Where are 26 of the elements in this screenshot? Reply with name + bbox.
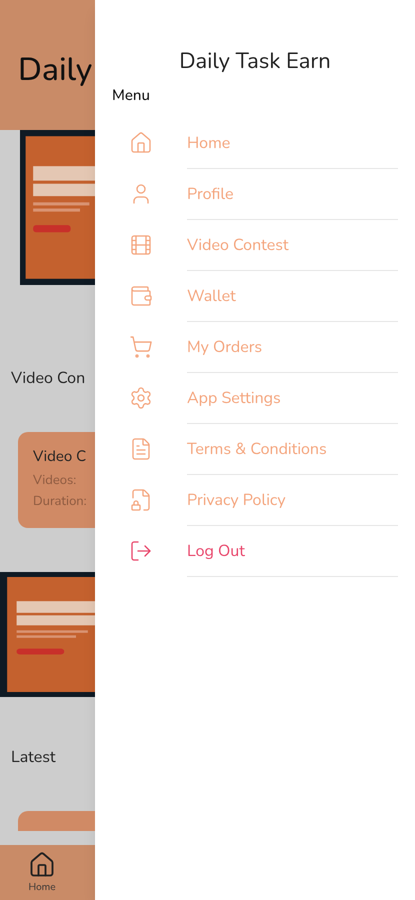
card-title: Video C <box>33 446 88 468</box>
wallet-icon <box>129 284 153 308</box>
home-icon <box>28 850 56 878</box>
menu-item[interactable]: App Settings <box>187 386 281 410</box>
nav-tab[interactable]: Home <box>0 845 84 900</box>
settings-icon <box>129 386 153 410</box>
section-title: Latest <box>11 745 56 769</box>
card-detail: Videos: <box>33 470 78 490</box>
menu-label: Menu <box>112 86 150 106</box>
film-icon <box>129 233 153 257</box>
menu-item[interactable]: My Orders <box>187 334 262 358</box>
menu-item[interactable]: Video Contest <box>187 232 288 256</box>
menu-item[interactable]: Home <box>187 130 230 154</box>
home-icon <box>129 131 153 155</box>
cart-icon <box>129 335 153 359</box>
card-detail: Duration: <box>33 492 88 512</box>
logout-icon <box>129 539 153 563</box>
contest-card[interactable]: Video C Videos: Duration: <box>18 432 95 528</box>
menu-item[interactable]: Wallet <box>187 284 236 308</box>
menu-item[interactable]: Log Out <box>187 538 245 562</box>
section-title: Video Con <box>11 366 86 390</box>
header-title: Daily <box>18 48 92 94</box>
menu-item[interactable]: Terms & Conditions <box>187 436 327 460</box>
menu-item[interactable]: Privacy Policy <box>187 488 286 512</box>
menu-item[interactable]: Profile <box>187 182 234 206</box>
drawer-title: Daily Task Earn <box>179 45 331 78</box>
